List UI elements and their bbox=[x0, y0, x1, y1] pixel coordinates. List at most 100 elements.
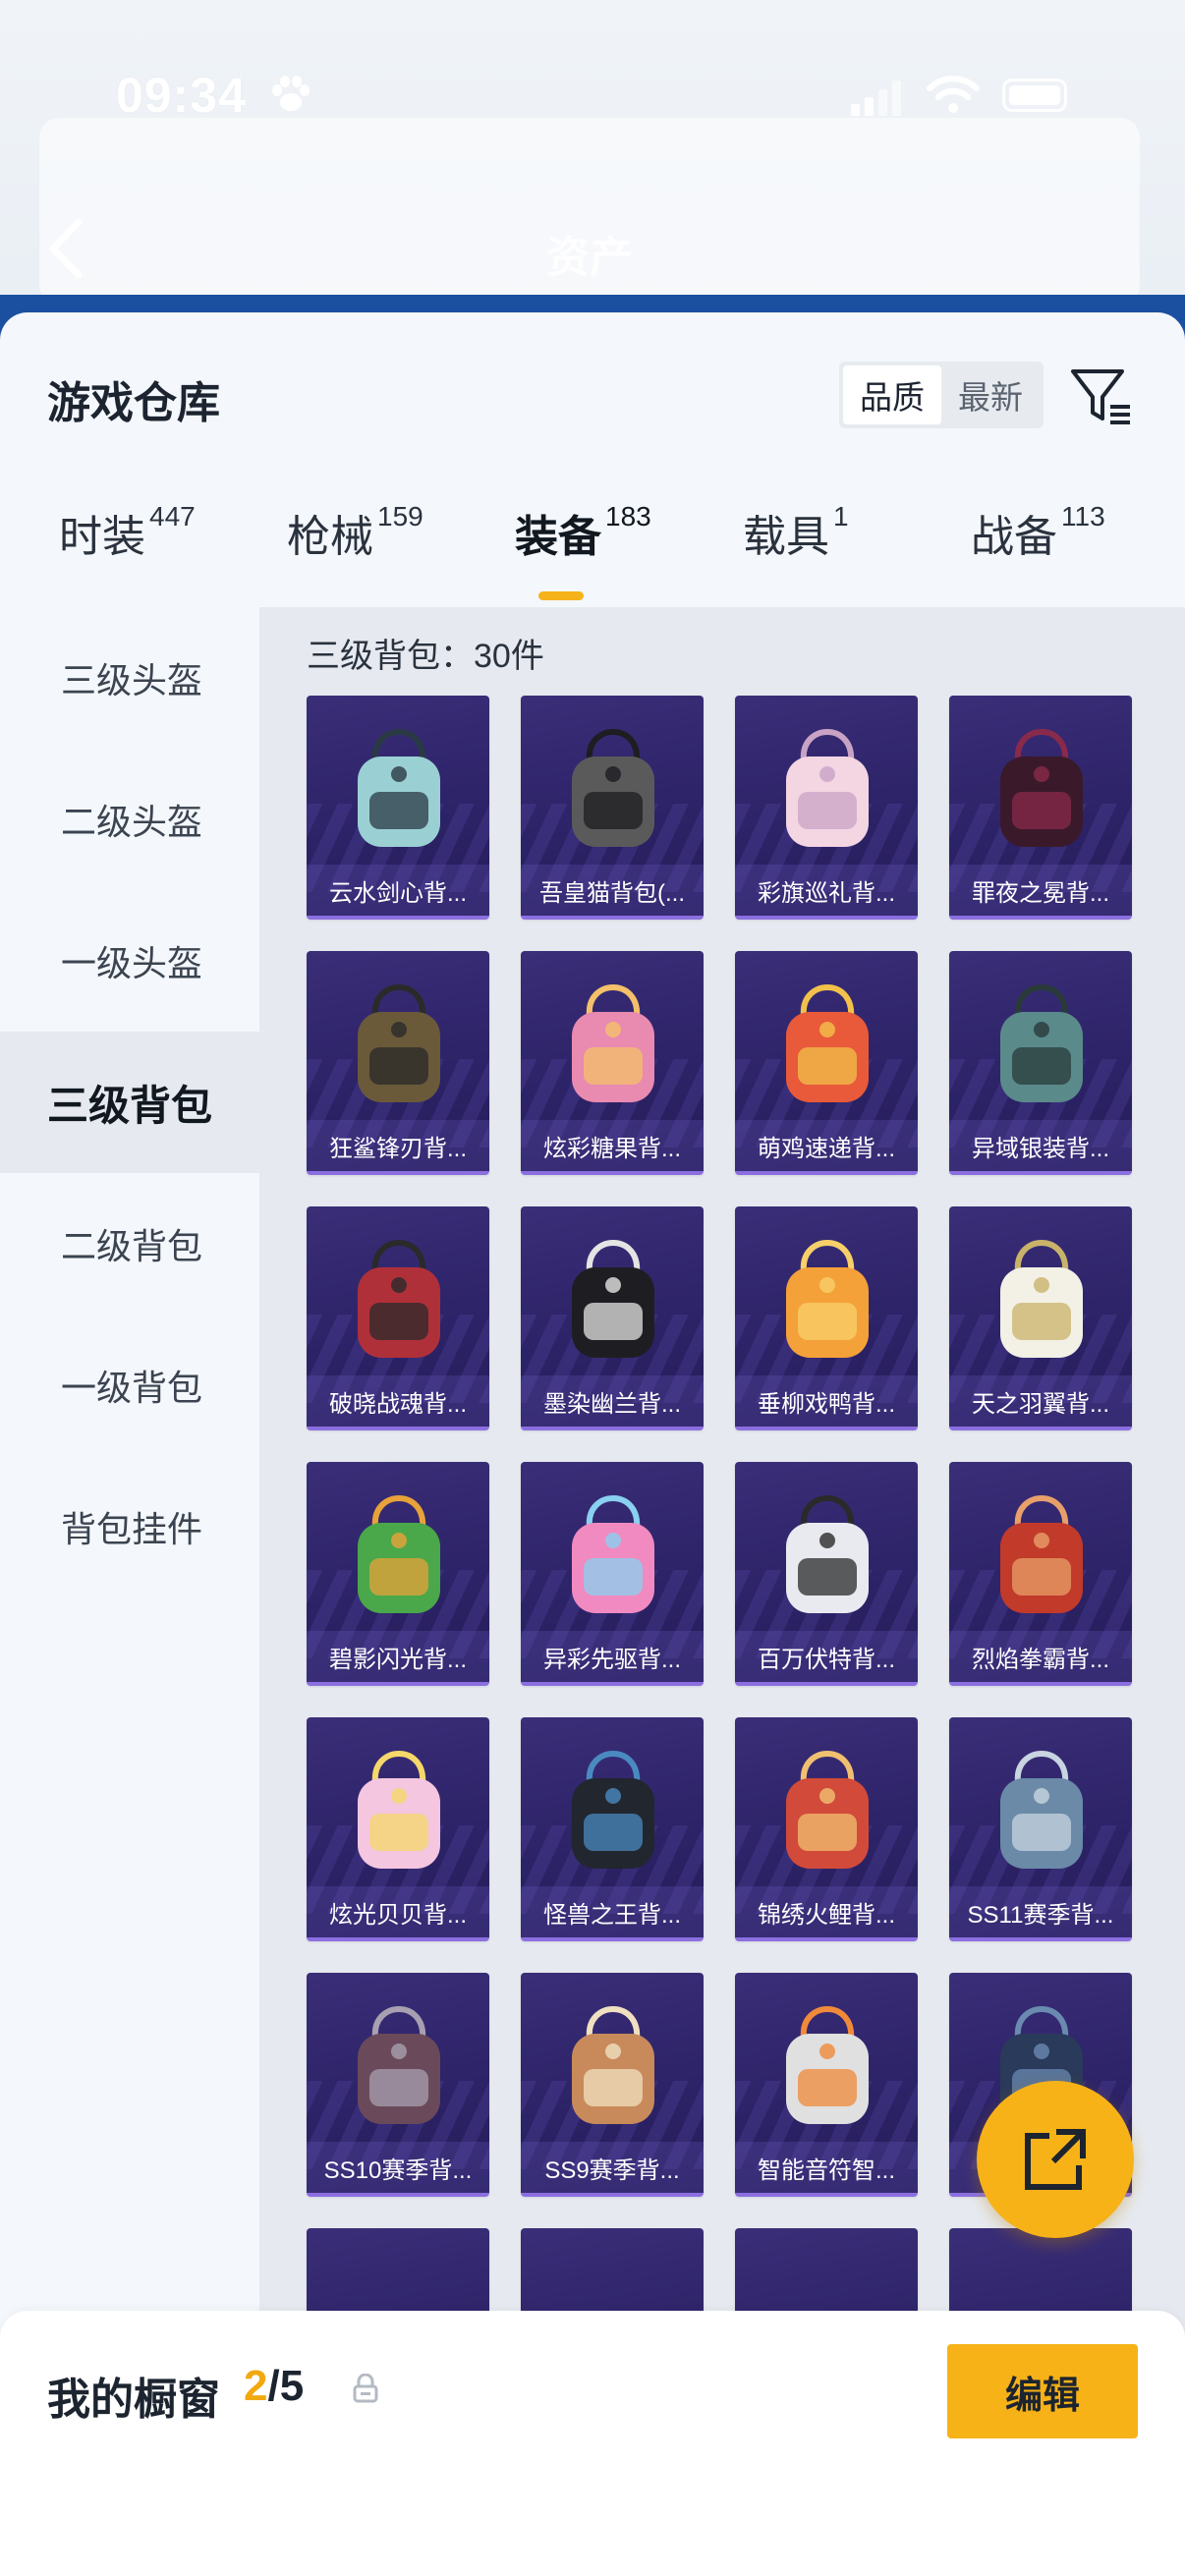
backpack-image bbox=[358, 1495, 440, 1613]
backpack-image bbox=[1000, 729, 1083, 847]
item-name: SS9赛季背... bbox=[521, 2142, 704, 2193]
edit-button[interactable]: 编辑 bbox=[947, 2344, 1138, 2438]
backpack-item-card[interactable]: 锦绣火鲤背... bbox=[735, 1717, 918, 1941]
backpack-image bbox=[1000, 1240, 1083, 1358]
tab-count: 447 bbox=[149, 501, 196, 532]
item-name: 锦绣火鲤背... bbox=[735, 1886, 918, 1937]
item-name: 异彩先驱背... bbox=[521, 1631, 704, 1682]
backpack-item-card[interactable]: SS10赛季背... bbox=[307, 1973, 489, 2197]
backpack-item-card[interactable]: 异彩先驱背... bbox=[521, 1462, 704, 1686]
tab-label: 时装 bbox=[59, 513, 145, 561]
backpack-image bbox=[358, 2006, 440, 2124]
item-name: 罪夜之冕背... bbox=[949, 865, 1132, 916]
backpack-item-card[interactable]: 怪兽之王背... bbox=[521, 1717, 704, 1941]
tab-label: 载具 bbox=[743, 513, 829, 561]
filter-icon[interactable] bbox=[1067, 362, 1136, 430]
backpack-item-card[interactable]: 墨染幽兰背... bbox=[521, 1206, 704, 1430]
item-name: 墨染幽兰背... bbox=[521, 1375, 704, 1427]
tab-count: 113 bbox=[1061, 501, 1105, 532]
showcase-current: 2 bbox=[244, 2362, 268, 2410]
sidebar-item-level1-backpack[interactable]: 一级背包 bbox=[0, 1315, 259, 1456]
backpack-item-card[interactable]: 云水剑心背... bbox=[307, 696, 489, 920]
tab-vehicles[interactable]: 载具 1 bbox=[743, 501, 849, 564]
backpack-item-card[interactable]: SS11赛季背... bbox=[949, 1717, 1132, 1941]
tab-label: 枪械 bbox=[287, 513, 373, 561]
backpack-image bbox=[786, 1751, 869, 1869]
item-name: 云水剑心背... bbox=[307, 865, 489, 916]
backpack-item-card[interactable]: 炫彩糖果背... bbox=[521, 951, 704, 1175]
item-name: 炫光贝贝背... bbox=[307, 1886, 489, 1937]
showcase-bar: 我的橱窗 2/5 编辑 bbox=[0, 2311, 1185, 2576]
sidebar-item-level1-helmet[interactable]: 一级头盔 bbox=[0, 890, 259, 1032]
backpack-image bbox=[1000, 1751, 1083, 1869]
sidebar-item-backpack-charm[interactable]: 背包挂件 bbox=[0, 1456, 259, 1597]
status-time: 09:34 bbox=[116, 68, 247, 123]
sort-toggle: 品质 最新 bbox=[839, 362, 1044, 428]
backpack-item-card[interactable]: 破晓战魂背... bbox=[307, 1206, 489, 1430]
sort-option-newest[interactable]: 最新 bbox=[941, 365, 1040, 424]
sort-option-quality[interactable]: 品质 bbox=[843, 365, 941, 424]
signal-icon bbox=[851, 81, 901, 116]
tab-label: 装备 bbox=[515, 513, 601, 561]
sidebar-item-level3-backpack[interactable]: 三级背包 bbox=[0, 1032, 259, 1173]
item-name: 炫彩糖果背... bbox=[521, 1120, 704, 1171]
backpack-item-card[interactable]: 烈焰拳霸背... bbox=[949, 1462, 1132, 1686]
sidebar-item-level2-helmet[interactable]: 二级头盔 bbox=[0, 749, 259, 890]
showcase-count: 2/5 bbox=[244, 2362, 304, 2411]
item-name: SS10赛季背... bbox=[307, 2142, 489, 2193]
backpack-item-card[interactable]: 萌鸡速递背... bbox=[735, 951, 918, 1175]
item-content-area: 三级背包：30件 云水剑心背... 吾皇猫背包(... 彩旗巡礼背... 罪夜之冕背.… bbox=[259, 607, 1185, 2576]
showcase-total: /5 bbox=[267, 2362, 305, 2410]
back-chevron-icon[interactable] bbox=[43, 216, 86, 281]
sheet-title: 游戏仓库 bbox=[47, 379, 220, 427]
backpack-item-card[interactable]: 吾皇猫背包(... bbox=[521, 696, 704, 920]
item-name: 吾皇猫背包(... bbox=[521, 865, 704, 916]
warehouse-sheet: 游戏仓库 品质 最新 时装 447 枪械 159 装备 183 载具 1 战备 … bbox=[0, 312, 1185, 2576]
backpack-item-card[interactable]: 彩旗巡礼背... bbox=[735, 696, 918, 920]
backpack-image bbox=[358, 984, 440, 1102]
backpack-image bbox=[786, 1240, 869, 1358]
backpack-item-card[interactable]: SS9赛季背... bbox=[521, 1973, 704, 2197]
showcase-label: 我的橱窗 bbox=[47, 2376, 220, 2424]
tab-battle-gear[interactable]: 战备 113 bbox=[971, 501, 1105, 564]
backpack-image bbox=[1000, 1495, 1083, 1613]
tab-fashion[interactable]: 时装 447 bbox=[59, 501, 196, 564]
backpack-image bbox=[572, 2006, 654, 2124]
backpack-item-card[interactable]: 天之羽翼背... bbox=[949, 1206, 1132, 1430]
item-name: 狂鲨锋刃背... bbox=[307, 1120, 489, 1171]
backpack-item-card[interactable]: 异域银装背... bbox=[949, 951, 1132, 1175]
wifi-icon bbox=[927, 76, 980, 113]
backpack-item-card[interactable]: 炫光贝贝背... bbox=[307, 1717, 489, 1941]
section-count-label: 三级背包：30件 bbox=[307, 638, 544, 675]
item-name: 天之羽翼背... bbox=[949, 1375, 1132, 1427]
backpack-item-card[interactable]: 百万伏特背... bbox=[735, 1462, 918, 1686]
backpack-image bbox=[572, 729, 654, 847]
item-name: 垂柳戏鸭背... bbox=[735, 1375, 918, 1427]
sidebar-item-level2-backpack[interactable]: 二级背包 bbox=[0, 1173, 259, 1315]
sidebar-item-level3-helmet[interactable]: 三级头盔 bbox=[0, 607, 259, 749]
backpack-image bbox=[572, 1240, 654, 1358]
backpack-item-card[interactable]: 罪夜之冕背... bbox=[949, 696, 1132, 920]
backpack-image bbox=[572, 1495, 654, 1613]
tab-count: 183 bbox=[605, 501, 651, 532]
share-button[interactable] bbox=[977, 2081, 1134, 2238]
tab-count: 1 bbox=[833, 501, 849, 532]
backpack-item-card[interactable]: 碧影闪光背... bbox=[307, 1462, 489, 1686]
tab-equipment[interactable]: 装备 183 bbox=[515, 501, 651, 564]
paw-icon bbox=[272, 76, 310, 111]
backpack-image bbox=[786, 1495, 869, 1613]
tab-count: 159 bbox=[377, 501, 423, 532]
backpack-item-card[interactable]: 智能音符智... bbox=[735, 1973, 918, 2197]
item-name: 破晓战魂背... bbox=[307, 1375, 489, 1427]
tab-firearms[interactable]: 枪械 159 bbox=[287, 501, 423, 564]
backpack-image bbox=[358, 729, 440, 847]
active-tab-indicator bbox=[538, 591, 584, 600]
backpack-item-card[interactable]: 垂柳戏鸭背... bbox=[735, 1206, 918, 1430]
lock-icon bbox=[353, 2374, 378, 2403]
item-name: 碧影闪光背... bbox=[307, 1631, 489, 1682]
backpack-image bbox=[572, 984, 654, 1102]
backpack-item-card[interactable]: 狂鲨锋刃背... bbox=[307, 951, 489, 1175]
tab-label: 战备 bbox=[971, 513, 1057, 561]
item-name: 异域银装背... bbox=[949, 1120, 1132, 1171]
subcategory-sidebar: 三级头盔 二级头盔 一级头盔 三级背包 二级背包 一级背包 背包挂件 bbox=[0, 607, 259, 2576]
